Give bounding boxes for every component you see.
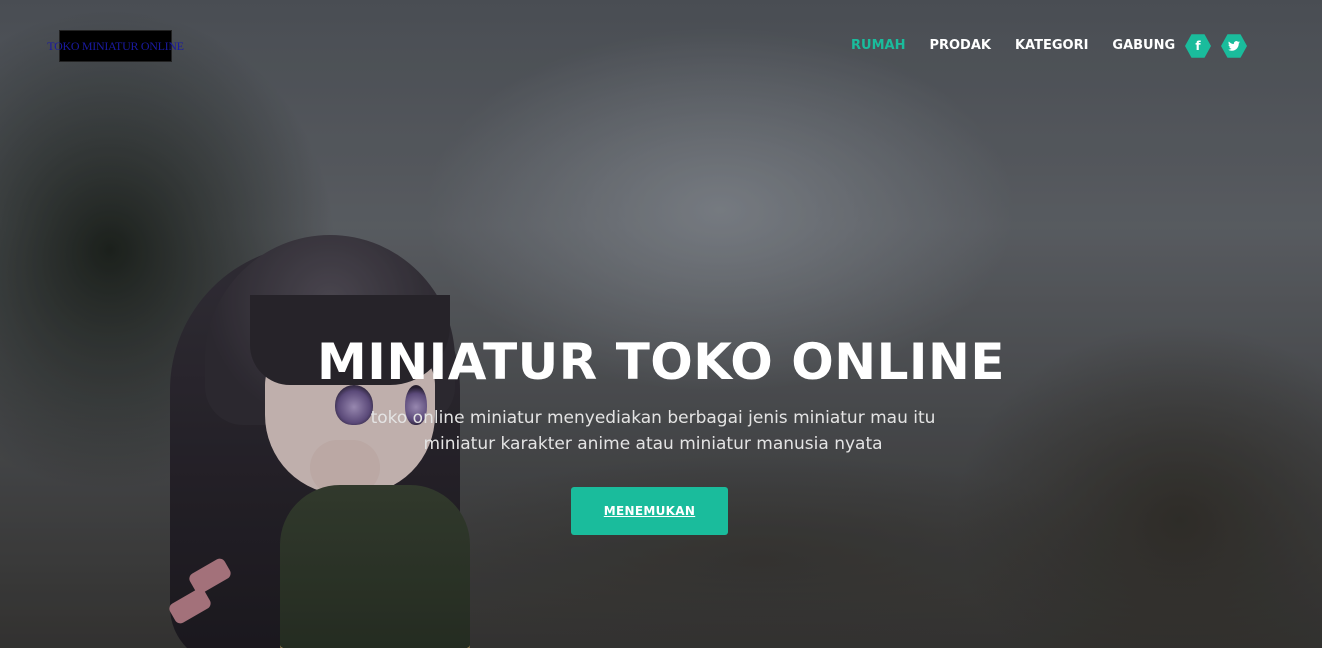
nav-item-prodak[interactable]: PRODAK — [929, 38, 991, 53]
hero-title: MINIATUR TOKO ONLINE — [316, 333, 1006, 391]
facebook-icon[interactable]: f — [1185, 34, 1211, 58]
hero-subtitle-line-2: miniatur karakter anime atau miniatur ma… — [423, 434, 883, 454]
logo-text: TOKO MINIATUR ONLINE — [47, 38, 184, 53]
main-nav: RUMAH PRODAK KATEGORI GABUNG — [851, 38, 1175, 53]
hero-overlay — [0, 0, 1322, 648]
hero-subtitle: toko online miniatur menyediakan berbaga… — [361, 405, 945, 457]
hero-subtitle-line-1: toko online miniatur menyediakan berbaga… — [370, 408, 936, 428]
discover-button[interactable]: MENEMUKAN — [571, 487, 728, 535]
twitter-icon[interactable] — [1221, 34, 1247, 58]
social-links: f — [1185, 33, 1247, 59]
twitter-bird-glyph — [1228, 41, 1240, 51]
hero-background — [0, 0, 1322, 648]
site-logo[interactable]: TOKO MINIATUR ONLINE — [47, 30, 184, 62]
nav-item-gabung[interactable]: GABUNG — [1112, 38, 1175, 53]
nav-item-rumah[interactable]: RUMAH — [851, 38, 905, 53]
nav-item-kategori[interactable]: KATEGORI — [1015, 38, 1088, 53]
